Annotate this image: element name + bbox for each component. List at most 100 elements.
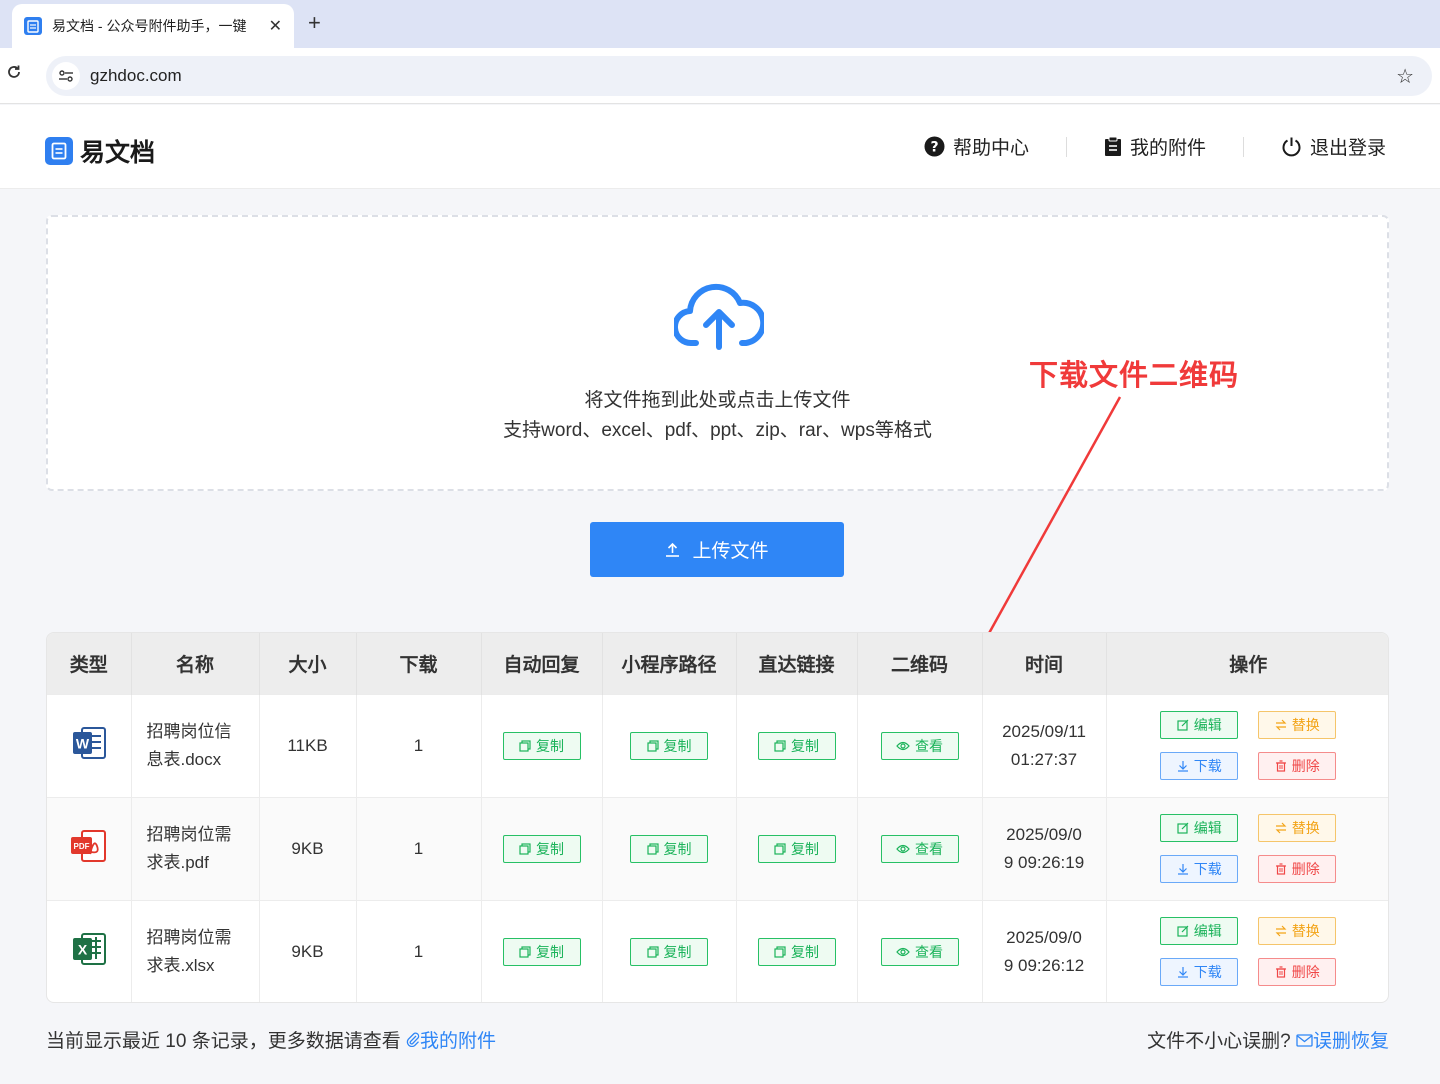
replace-button[interactable]: 替换 [1258,711,1337,739]
bookmark-star-icon[interactable]: ☆ [1396,64,1414,89]
trash-icon [1275,760,1287,772]
copy-icon [646,842,659,855]
address-bar[interactable]: gzhdoc.com ☆ [46,56,1432,96]
new-tab-icon[interactable]: + [308,10,321,36]
brand-name: 易文档 [80,139,156,167]
view-qrcode-button[interactable]: 查看 [880,834,959,863]
file-name: 招聘岗位需 求表.xlsx [131,899,260,1002]
download-button[interactable]: 下载 [1160,855,1239,883]
upload-time: 2025/09/11 01:27:37 [982,693,1107,797]
svg-text:?: ? [930,140,938,156]
edit-button[interactable]: 编辑 [1160,917,1239,946]
copy-icon [774,739,786,752]
app-header: 易文档 ? 帮助中心 我的附件 退出登录 [0,105,1440,189]
view-qrcode-button[interactable]: 查看 [880,731,959,760]
upload-time: 2025/09/0 9 09:26:12 [982,899,1107,1002]
replace-button[interactable]: 替换 [1258,814,1337,842]
recover-deleted-link[interactable]: 误删恢复 [1296,1031,1389,1052]
copy-direct-link-button[interactable]: 复制 [757,834,836,863]
upload-time: 2025/09/0 9 09:26:19 [982,796,1107,900]
copy-auto-reply-button[interactable]: 复制 [502,834,581,863]
download-button[interactable]: 下载 [1160,752,1239,780]
view-qrcode-button[interactable]: 查看 [880,937,959,966]
eye-icon [896,947,910,957]
copy-auto-reply-button[interactable]: 复制 [502,731,581,760]
table-header-row: 类型 名称 大小 下载 自动回复 小程序路径 直达链接 二维码 时间 操作 [47,633,1388,694]
table-row: X 招聘岗位需 求表.xlsx 9KB 1 复制 复制 复制 查看 2025/09… [47,899,1388,1002]
my-attachments-link[interactable]: 我的附件 [406,1031,496,1052]
col-header-direct-link: 直达链接 [736,633,858,694]
trash-icon [1275,863,1287,875]
col-header-qrcode: 二维码 [857,633,983,694]
nav-help-center[interactable]: ? 帮助中心 [924,133,1029,160]
nav-logout-label: 退出登录 [1309,138,1386,159]
table-row: PDF 招聘岗位需 求表.pdf 9KB 1 复制 复制 复制 查看 2025/0… [47,796,1388,900]
brand[interactable]: 易文档 [45,133,155,169]
table-row: W 招聘岗位信 息表.docx 11KB 1 复制 复制 复制 查看 2025/0… [47,693,1388,797]
col-header-auto-reply: 自动回复 [481,633,603,694]
browser-tab-bar: 易文档 - 公众号附件助手，一键 ✕ + [0,0,1440,48]
svg-text:W: W [76,736,90,752]
mail-recover-icon [1296,1031,1313,1052]
help-circle-icon: ? [924,136,945,157]
swap-icon [1275,822,1287,834]
clipboard-icon [1104,136,1122,157]
browser-tab[interactable]: 易文档 - 公众号附件助手，一键 ✕ [12,4,294,48]
doc-logo-icon [45,137,73,165]
nav-my-attachments[interactable]: 我的附件 [1104,133,1206,160]
tab-title: 易文档 - 公众号附件助手，一键 [52,18,247,34]
upload-button-label: 上传文件 [692,541,769,562]
download-icon [1177,760,1189,772]
delete-button[interactable]: 删除 [1258,855,1337,883]
file-size: 11KB [259,693,357,797]
swap-icon [1275,925,1287,937]
reload-icon[interactable] [6,64,22,85]
site-settings-icon[interactable] [52,62,80,90]
delete-button[interactable]: 删除 [1258,958,1337,987]
footer-left-text: 当前显示最近 10 条记录，更多数据请查看 [46,1031,401,1052]
col-header-size: 大小 [259,633,357,694]
col-header-name: 名称 [131,633,260,694]
drop-hint-formats: 支持word、excel、pdf、ppt、zip、rar、wps等格式 [503,420,932,441]
footer-recovery-note: 文件不小心误删? 误删恢复 [1147,1026,1389,1053]
col-header-downloads: 下载 [356,633,482,694]
copy-icon [646,739,659,752]
power-icon [1281,136,1302,157]
url-text[interactable]: gzhdoc.com [90,66,182,86]
edit-button[interactable]: 编辑 [1160,711,1239,739]
download-count: 1 [356,899,482,1002]
nav-divider [1242,136,1244,157]
delete-button[interactable]: 删除 [1258,752,1337,780]
doc-favicon-icon [24,17,42,35]
col-header-actions: 操作 [1106,633,1388,694]
copy-miniprogram-path-button[interactable]: 复制 [630,731,708,760]
col-header-type: 类型 [47,633,132,694]
download-button[interactable]: 下载 [1160,958,1239,987]
upload-file-button[interactable]: 上传文件 [590,522,844,577]
swap-icon [1275,719,1287,731]
copy-miniprogram-path-button[interactable]: 复制 [630,834,708,863]
top-nav: ? 帮助中心 我的附件 退出登录 [924,133,1386,160]
trash-icon [1275,966,1287,978]
files-table: 类型 名称 大小 下载 自动回复 小程序路径 直达链接 二维码 时间 操作 W [46,632,1389,1003]
copy-direct-link-button[interactable]: 复制 [757,731,836,760]
copy-icon [774,842,786,855]
file-name: 招聘岗位需 求表.pdf [131,796,260,900]
col-header-time: 时间 [982,633,1107,694]
annotation-label: 下载文件二维码 [1029,360,1240,392]
svg-text:X: X [78,942,88,958]
download-count: 1 [356,796,482,900]
copy-direct-link-button[interactable]: 复制 [757,937,836,966]
nav-logout[interactable]: 退出登录 [1281,133,1386,160]
paperclip-icon [406,1031,420,1052]
copy-miniprogram-path-button[interactable]: 复制 [630,937,708,966]
copy-auto-reply-button[interactable]: 复制 [502,937,581,966]
edit-icon [1177,925,1189,937]
edit-button[interactable]: 编辑 [1160,814,1239,842]
excel-file-icon: X [71,931,107,967]
edit-icon [1177,822,1189,834]
pdf-file-icon: PDF [70,828,108,864]
close-tab-icon[interactable]: ✕ [269,16,282,36]
replace-button[interactable]: 替换 [1258,917,1337,946]
copy-icon [519,946,531,958]
